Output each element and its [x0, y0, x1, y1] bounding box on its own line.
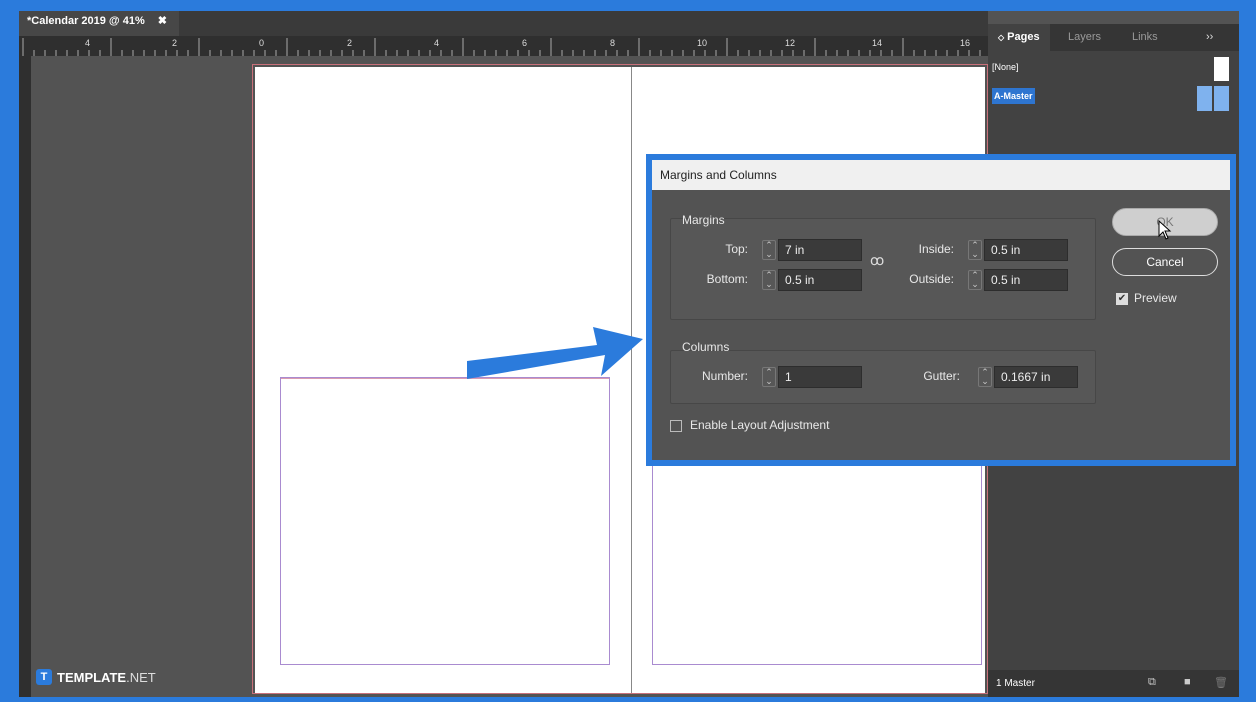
number-label: Number:	[701, 369, 748, 383]
master-a-thumbnail-right[interactable]	[1214, 86, 1229, 111]
ruler-label: 4	[85, 38, 91, 48]
gutter-input[interactable]: 0.1667 in	[994, 366, 1078, 388]
outside-label: Outside:	[909, 272, 954, 286]
number-stepper[interactable]: ⌃ ⌄	[762, 367, 776, 387]
gutter-stepper[interactable]: ⌃ ⌄	[978, 367, 992, 387]
preview-checkbox[interactable]: ✔	[1116, 293, 1128, 305]
panel-tab-bar: ◇ Pages Layers Links ››	[988, 24, 1239, 51]
enable-layout-label[interactable]: Enable Layout Adjustment	[690, 418, 829, 432]
tab-pages[interactable]: ◇ Pages	[988, 24, 1050, 51]
template-net-logo: T TEMPLATE .NET	[36, 669, 156, 685]
ruler-label: 14	[872, 38, 883, 48]
number-input[interactable]: 1	[778, 366, 862, 388]
panel-menu-icon[interactable]: ››	[1206, 24, 1213, 51]
vertical-ruler[interactable]	[19, 56, 31, 697]
ruler-ticks	[22, 38, 981, 56]
cancel-button[interactable]: Cancel	[1112, 248, 1218, 276]
preview-label[interactable]: Preview	[1134, 291, 1177, 305]
ruler-label: 4	[434, 38, 440, 48]
gutter-label: Gutter:	[923, 369, 960, 383]
tab-links[interactable]: Links	[1132, 24, 1158, 51]
master-a-thumbnail-left[interactable]	[1197, 86, 1212, 111]
chain-link-icon[interactable]: ꝏ	[870, 252, 884, 269]
ruler-label: 0	[259, 38, 265, 48]
tab-layers[interactable]: Layers	[1068, 24, 1101, 51]
ruler-label: 10	[697, 38, 708, 48]
inside-label: Inside:	[918, 242, 954, 256]
logo-suffix: .NET	[126, 669, 156, 685]
edit-page-size-icon[interactable]: ⧉	[1148, 676, 1156, 689]
master-count: 1 Master	[996, 678, 1035, 689]
outside-stepper[interactable]: ⌃ ⌄	[968, 270, 982, 290]
logo-mark: T	[36, 669, 52, 685]
master-none-thumbnail[interactable]	[1214, 57, 1229, 81]
collapse-icon: ◇	[998, 33, 1005, 42]
document-tab[interactable]: *Calendar 2019 @ 41% ✖	[19, 11, 179, 36]
bottom-stepper[interactable]: ⌃ ⌄	[762, 270, 776, 290]
master-none[interactable]: [None]	[992, 62, 1019, 72]
document-tab-title: *Calendar 2019 @ 41%	[27, 15, 145, 27]
master-a[interactable]: A-Master	[992, 88, 1035, 104]
ruler-label: 16	[960, 38, 971, 48]
ruler-label: 2	[347, 38, 353, 48]
panel-footer: 1 Master ⧉ ■ 🗑	[988, 670, 1239, 697]
ruler-label: 8	[610, 38, 616, 48]
dialog-body: Margins and Columns Margins Top: ⌃ ⌄ 7 in…	[652, 160, 1230, 460]
inside-stepper[interactable]: ⌃ ⌄	[968, 240, 982, 260]
trash-icon[interactable]: 🗑	[1214, 676, 1228, 689]
left-margin-guide	[280, 377, 610, 665]
document-tab-bar: *Calendar 2019 @ 41% ✖	[19, 11, 988, 36]
bottom-input[interactable]: 0.5 in	[778, 269, 862, 291]
bottom-label: Bottom:	[706, 272, 748, 286]
margins-columns-dialog: Margins and Columns Margins Top: ⌃ ⌄ 7 in…	[646, 154, 1236, 466]
top-label: Top:	[725, 242, 748, 256]
columns-label: Columns	[682, 340, 730, 354]
ruler-label: 6	[522, 38, 528, 48]
annotation-arrow-icon	[467, 327, 643, 379]
new-page-icon[interactable]: ■	[1184, 676, 1191, 688]
mouse-cursor-icon	[1158, 220, 1172, 240]
logo-brand: TEMPLATE	[57, 669, 127, 685]
inside-input[interactable]: 0.5 in	[984, 239, 1068, 261]
ruler-label: 2	[172, 38, 178, 48]
close-icon[interactable]: ✖	[158, 15, 167, 27]
horizontal-ruler[interactable]: 4 2 0 2 4 6 8 10 12 14 16	[19, 36, 988, 56]
outside-input[interactable]: 0.5 in	[984, 269, 1068, 291]
enable-layout-checkbox[interactable]	[670, 420, 682, 432]
ruler-label: 12	[785, 38, 796, 48]
margins-label: Margins	[682, 213, 725, 227]
top-stepper[interactable]: ⌃ ⌄	[762, 240, 776, 260]
dialog-title: Margins and Columns	[652, 160, 1230, 190]
top-input[interactable]: 7 in	[778, 239, 862, 261]
